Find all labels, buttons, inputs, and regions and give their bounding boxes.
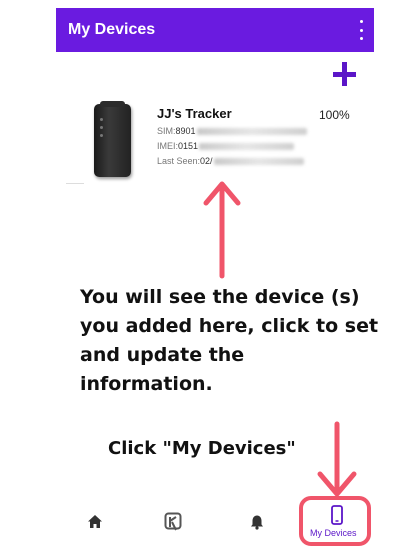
annotation-arrows [203, 181, 357, 497]
app-logo-icon [164, 512, 182, 531]
arrow-down-icon [317, 421, 357, 497]
home-icon [88, 515, 102, 528]
instruction-text: You will see the device (s) you added he… [80, 286, 379, 395]
arrow-up-icon [203, 181, 241, 279]
bell-icon [251, 515, 263, 530]
click-hint: Click "My Devices" [108, 438, 296, 459]
nav-home[interactable] [80, 500, 110, 552]
highlight-frame [299, 496, 371, 546]
nav-notifications[interactable] [242, 500, 272, 552]
nav-logo[interactable] [158, 500, 188, 552]
